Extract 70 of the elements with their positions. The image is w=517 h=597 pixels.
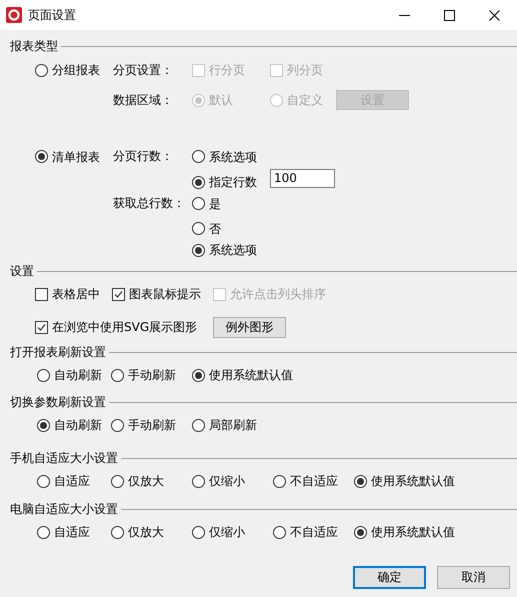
radio-icon[interactable] [354,526,367,538]
radio-button[interactable]: 自动刷新 [37,417,102,433]
radio-button[interactable]: 仅放大 [111,524,164,540]
radio-icon[interactable] [111,368,124,382]
radio-icon[interactable] [273,526,286,538]
radio-button[interactable]: 手动刷新 [111,417,176,433]
radio-button[interactable]: 自动刷新 [37,367,102,383]
radio-button[interactable]: 自适应 [37,524,90,540]
checkbox[interactable]: 图表鼠标提示 [112,286,201,302]
radio-icon[interactable] [37,418,50,432]
checkbox-icon[interactable] [112,288,125,300]
radio-icon[interactable] [37,526,50,538]
checkbox-icon[interactable] [35,288,48,300]
radio-icon[interactable] [192,418,205,432]
checkbox[interactable]: 表格居中 [35,286,100,302]
radio-icon[interactable] [354,474,367,488]
radio-button[interactable]: 局部刷新 [192,417,257,433]
radio-icon[interactable] [192,176,205,189]
section-title: 手机自适应大小设置 [10,450,118,466]
radio-button[interactable]: 仅放大 [111,473,164,489]
radio-icon[interactable] [111,474,124,488]
radio-icon[interactable] [35,64,48,76]
cancel-button[interactable]: 取消 [437,566,510,589]
section-title: 报表类型 [10,38,58,54]
radio-icon[interactable] [273,474,286,488]
checkbox[interactable]: 在浏览中使用SVG展示图形 [35,319,198,335]
section-title: 电脑自适应大小设置 [10,500,118,518]
radio-button[interactable]: 手动刷新 [111,367,176,383]
radio-icon[interactable] [111,418,124,432]
radio-icon[interactable] [192,222,205,236]
radio-icon[interactable] [192,526,205,538]
radio-button[interactable]: 使用系统默认值 [354,524,455,540]
radio-button[interactable]: 否 [192,220,221,237]
checkbox-icon[interactable] [35,320,48,334]
radio-icon[interactable] [111,526,124,538]
section-title: 切换参数刷新设置 [10,394,106,410]
field-label: 分页行数： [113,148,173,166]
radio-button[interactable]: 系统选项 [192,148,257,165]
radio-button[interactable]: 是 [192,196,221,212]
radio-icon[interactable] [192,244,205,257]
radio-button[interactable]: 不自适应 [273,473,338,489]
section-title: 打开报表刷新设置 [10,344,106,360]
radio-icon[interactable] [192,197,205,210]
row-count-field[interactable]: 100 [270,168,335,188]
radio-button[interactable]: 使用系统默认值 [192,367,293,383]
radio-icon[interactable] [37,368,50,382]
radio-button[interactable]: 仅缩小 [192,473,245,489]
window-title: 页面设置 [28,6,76,24]
radio-button[interactable]: 系统选项 [192,242,257,258]
radio-icon[interactable] [192,368,205,382]
field-label: 数据区域： [113,92,173,108]
radio-button[interactable]: 不自适应 [273,524,338,540]
radio-button[interactable]: 指定行数 [192,174,257,190]
ok-button[interactable]: 确定 [353,566,426,589]
radio-icon[interactable] [37,474,50,488]
radio-button[interactable]: 使用系统默认值 [354,473,455,489]
exception-charts-button[interactable]: 例外图形 [213,316,286,338]
maximize-icon[interactable] [444,10,455,20]
radio-icon[interactable] [192,474,205,488]
radio-icon[interactable] [192,150,205,164]
radio-button[interactable]: 自适应 [37,473,90,489]
radio-button[interactable]: 仅缩小 [192,524,245,540]
app-logo-icon [6,7,22,23]
radio-button[interactable]: 分组报表 [35,62,100,78]
field-label: 获取总行数： [113,195,185,212]
close-icon[interactable] [489,10,500,20]
field-label: 分页设置： [113,62,173,78]
radio-icon[interactable] [35,150,48,164]
section-title: 设置 [10,262,34,280]
radio-button[interactable]: 清单报表 [35,148,100,165]
